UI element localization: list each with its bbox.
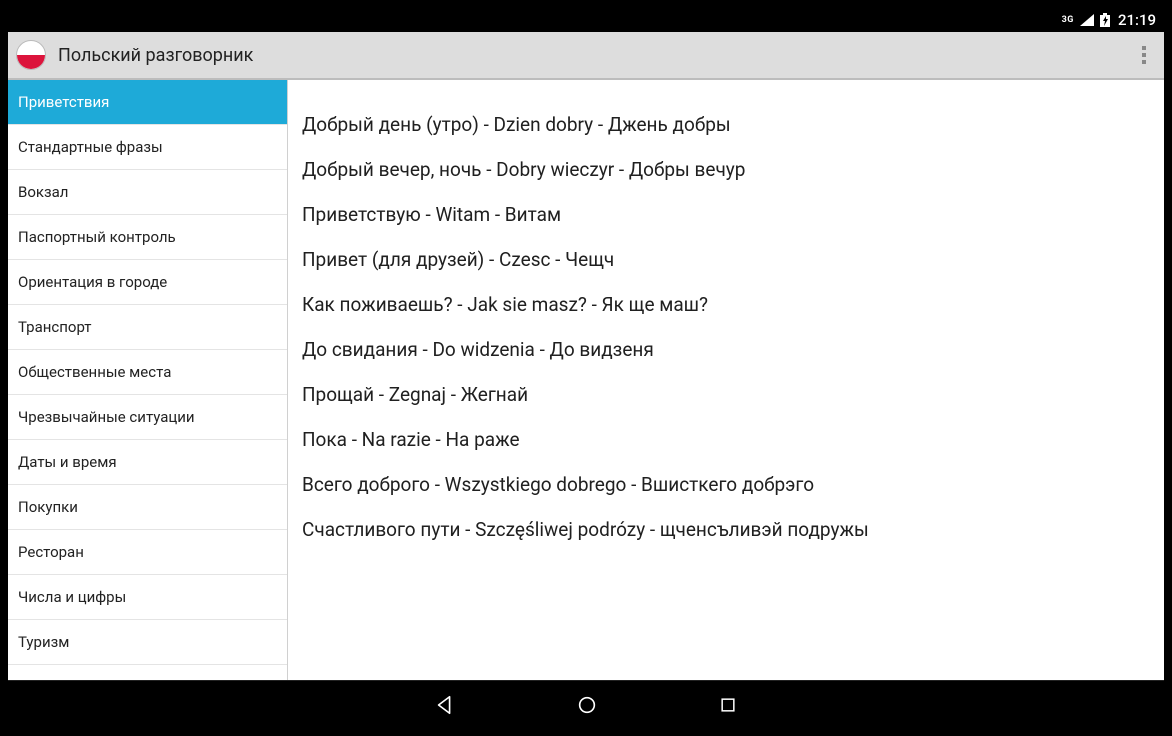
clock: 21:19	[1118, 11, 1156, 29]
phrase-row[interactable]: Привет (для друзей) - Czesc - Чещч	[302, 237, 1154, 282]
app-icon	[16, 40, 46, 70]
sidebar-item[interactable]: Общественные места	[8, 350, 287, 395]
sidebar-item[interactable]: Даты и время	[8, 440, 287, 485]
main-content: Добрый день (утро) - Dzien dobry - Джень…	[288, 80, 1164, 680]
content-area: ПриветствияСтандартные фразыВокзалПаспор…	[8, 80, 1164, 680]
sidebar: ПриветствияСтандартные фразыВокзалПаспор…	[8, 80, 288, 680]
phrase-row[interactable]: Пока - Na razie - На раже	[302, 417, 1154, 462]
sidebar-item[interactable]: Стандартные фразы	[8, 125, 287, 170]
recents-button[interactable]	[718, 695, 738, 715]
phrase-row[interactable]: Добрый вечер, ночь - Dobry wieczyr - Доб…	[302, 147, 1154, 192]
phrase-row[interactable]: Всего доброго - Wszystkiego dobrego - Вш…	[302, 462, 1154, 507]
phrase-row[interactable]: Как поживаешь? - Jak sie masz? - Як ще м…	[302, 282, 1154, 327]
sidebar-item[interactable]: Ресторан	[8, 530, 287, 575]
signal-icon	[1080, 14, 1094, 26]
status-bar: 3G 21:19	[8, 8, 1164, 32]
device-frame: 3G 21:19 Польский разговорник Приветстви…	[8, 8, 1164, 728]
sidebar-item[interactable]: Транспорт	[8, 305, 287, 350]
sidebar-item[interactable]: Вокзал	[8, 170, 287, 215]
phrase-row[interactable]: До свидания - Do widzenia - До видзеня	[302, 327, 1154, 372]
app-bar: Польский разговорник	[8, 32, 1164, 80]
back-button[interactable]	[434, 694, 456, 716]
phrase-row[interactable]: Приветствую - Witam - Витам	[302, 192, 1154, 237]
phrase-row[interactable]: Добрый день (утро) - Dzien dobry - Джень…	[302, 102, 1154, 147]
sidebar-item[interactable]: Ориентация в городе	[8, 260, 287, 305]
overflow-menu-button[interactable]	[1132, 43, 1156, 67]
sidebar-item[interactable]: Паспортный контроль	[8, 215, 287, 260]
sidebar-item[interactable]: Туризм	[8, 620, 287, 665]
sidebar-item[interactable]: Приветствия	[8, 80, 287, 125]
battery-charging-icon	[1100, 13, 1110, 27]
sidebar-item[interactable]: Покупки	[8, 485, 287, 530]
phrase-row[interactable]: Счастливого пути - Szczęśliwej podrózy -…	[302, 507, 1154, 552]
home-button[interactable]	[576, 694, 598, 716]
system-nav-bar	[8, 680, 1164, 728]
network-label: 3G	[1062, 15, 1074, 25]
sidebar-item[interactable]: Чрезвычайные ситуации	[8, 395, 287, 440]
sidebar-item[interactable]: Числа и цифры	[8, 575, 287, 620]
phrase-row[interactable]: Прощай - Zegnaj - Жегнай	[302, 372, 1154, 417]
app-title: Польский разговорник	[58, 45, 1132, 66]
